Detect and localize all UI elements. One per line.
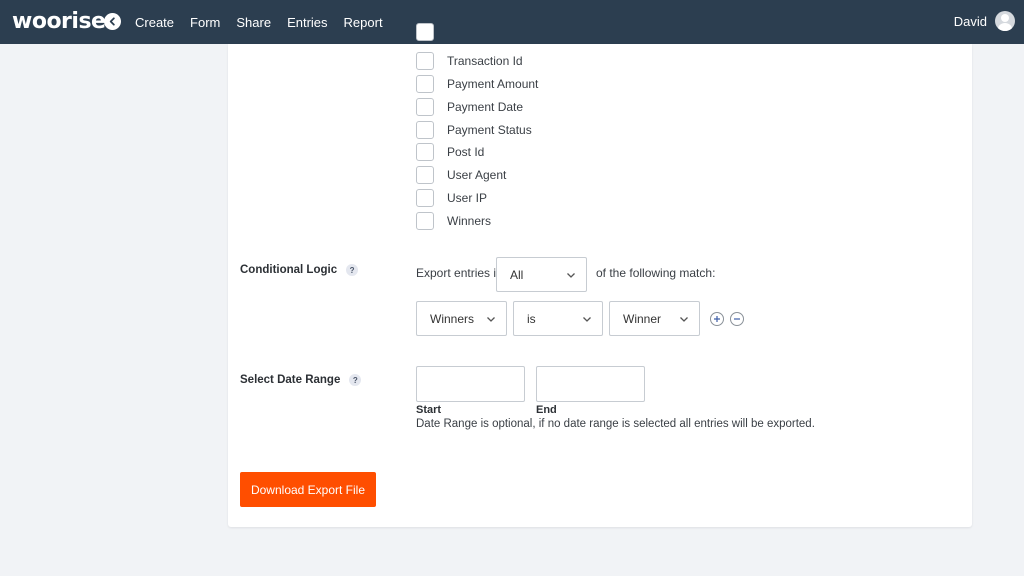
avatar[interactable]: [995, 11, 1015, 31]
user-menu[interactable]: David: [954, 11, 1015, 31]
list-item: Payment Status: [416, 121, 532, 139]
end-date-input[interactable]: [536, 366, 645, 402]
start-date-label: Start: [416, 404, 442, 416]
remove-rule-button[interactable]: [730, 312, 744, 326]
list-item: Transaction Id: [416, 52, 523, 70]
main-nav: Create Form Share Entries Report: [135, 0, 399, 44]
export-card: Transaction Id Payment Amount Payment Da…: [228, 23, 972, 527]
top-bar: woorise Create Form Share Entries Report…: [0, 0, 1024, 44]
field-checkbox-label: User Agent: [447, 168, 507, 182]
list-item: User IP: [416, 189, 487, 207]
nav-form[interactable]: Form: [190, 15, 220, 30]
field-checkbox[interactable]: [416, 98, 434, 116]
field-checkbox[interactable]: [416, 212, 434, 230]
field-checkbox[interactable]: [416, 143, 434, 161]
back-button[interactable]: [104, 13, 121, 30]
nav-report[interactable]: Report: [344, 15, 383, 30]
nav-share[interactable]: Share: [236, 15, 271, 30]
rule-value-select[interactable]: Winner: [609, 301, 700, 336]
user-name: David: [953, 13, 987, 29]
rule-value-value: Winner: [623, 311, 662, 326]
field-checkbox-label: User IP: [447, 191, 488, 205]
list-item: Winners: [416, 212, 491, 230]
help-icon[interactable]: ?: [346, 264, 359, 276]
chevron-down-icon: [680, 317, 688, 322]
rule-field-select[interactable]: Winners: [416, 301, 507, 336]
field-checkbox[interactable]: [416, 166, 434, 184]
list-item: [416, 23, 447, 41]
download-export-button[interactable]: Download Export File: [240, 472, 376, 507]
add-rule-button[interactable]: [710, 312, 724, 326]
field-checkbox-label: Payment Date: [447, 100, 524, 114]
field-checkbox[interactable]: [416, 75, 434, 93]
chevron-down-icon: [567, 273, 575, 278]
field-checkbox[interactable]: [416, 52, 434, 70]
field-checkbox-label: Payment Status: [447, 123, 532, 137]
field-checkbox-label: Winners: [447, 214, 492, 228]
help-icon[interactable]: ?: [349, 374, 362, 386]
match-type-value: All: [510, 267, 524, 282]
chevron-down-icon: [487, 317, 495, 322]
date-range-note: Date Range is optional, if no date range…: [416, 418, 815, 430]
nav-create[interactable]: Create: [135, 15, 174, 30]
chevron-down-icon: [583, 317, 591, 322]
following-match-text: of the following match:: [596, 266, 716, 280]
field-checkbox[interactable]: [416, 189, 434, 207]
conditional-logic-title: Conditional Logic: [240, 264, 338, 276]
rule-field-value: Winners: [430, 311, 475, 326]
date-range-title: Select Date Range: [240, 374, 341, 386]
export-entries-if-text: Export entries if: [416, 266, 500, 280]
field-checkbox[interactable]: [416, 23, 434, 41]
minus-icon: [734, 318, 740, 320]
chevron-left-icon: [109, 17, 115, 26]
match-type-select[interactable]: All: [496, 257, 587, 292]
end-date-label: End: [536, 404, 557, 416]
nav-entries[interactable]: Entries: [287, 15, 327, 30]
conditional-logic-label: Conditional Logic ?: [240, 264, 359, 276]
list-item: Post Id: [416, 143, 484, 161]
list-item: User Agent: [416, 166, 506, 184]
field-checkbox-label: Transaction Id: [447, 54, 523, 68]
field-checkbox-label: Post Id: [447, 145, 485, 159]
rule-operator-select[interactable]: is: [513, 301, 603, 336]
list-item: Payment Date: [416, 98, 523, 116]
field-checkbox-label: Payment Amount: [447, 77, 539, 91]
woorise-logo[interactable]: woorise: [12, 9, 106, 35]
rule-operator-value: is: [527, 311, 536, 326]
field-checkbox[interactable]: [416, 121, 434, 139]
list-item: Payment Amount: [416, 75, 538, 93]
start-date-input[interactable]: [416, 366, 525, 402]
plus-icon: [714, 316, 720, 322]
date-range-label: Select Date Range ?: [240, 374, 362, 386]
